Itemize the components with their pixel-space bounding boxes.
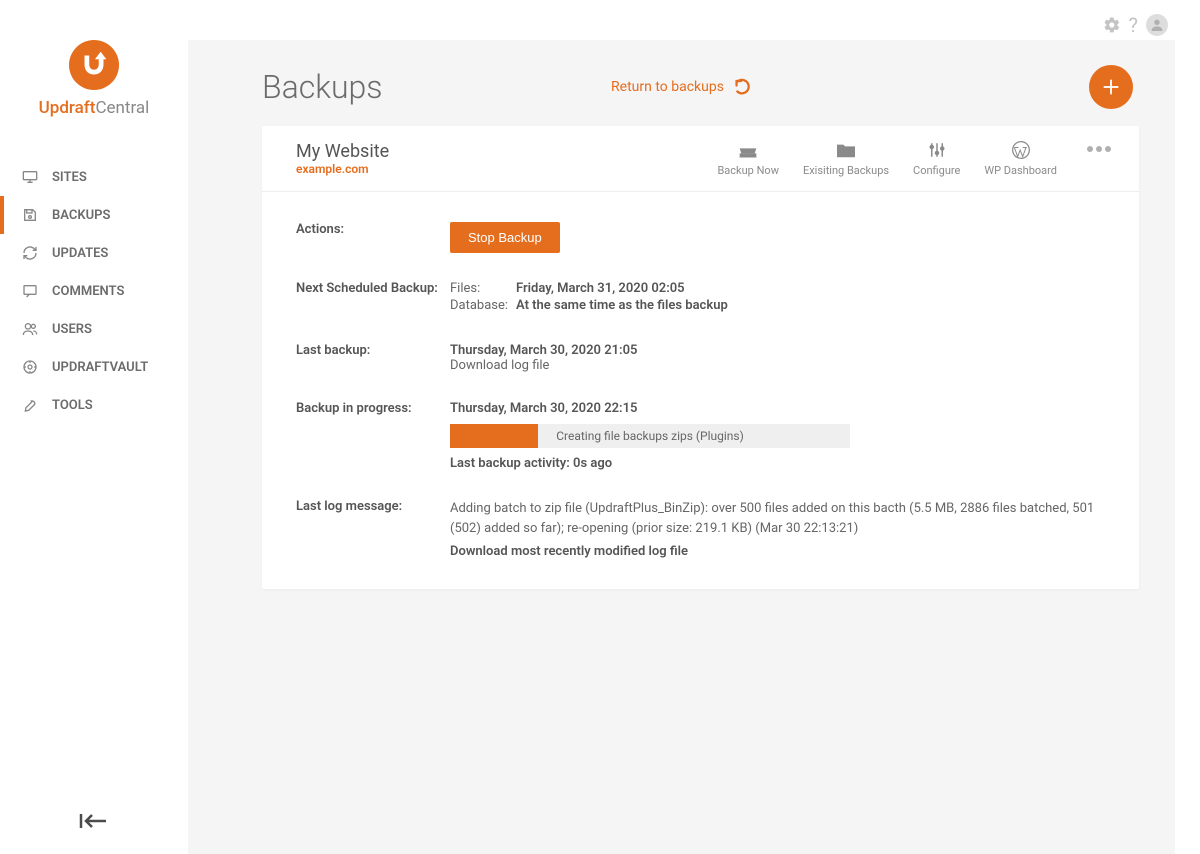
database-value: At the same time as the files backup [516,298,728,313]
user-avatar[interactable] [1146,14,1168,36]
return-label: Return to backups [611,79,724,95]
sidebar-item-comments[interactable]: COMMENTS [0,272,188,310]
users-icon [22,321,40,337]
last-activity: Last backup activity: 0s ago [450,456,1105,471]
sidebar-item-vault[interactable]: UPDRAFTVAULT [0,348,188,386]
last-backup-time: Thursday, March 30, 2020 21:05 [450,343,1105,358]
sidebar-item-backups[interactable]: BACKUPS [0,196,188,234]
site-name: My Website [296,141,717,162]
vault-icon [22,359,40,375]
brand-logo: UpdraftCentral [0,40,188,148]
sidebar-item-updates[interactable]: UPDATES [0,234,188,272]
return-to-backups-link[interactable]: Return to backups [611,78,752,96]
last-log-label: Last log message: [296,499,450,559]
progress-status: Creating file backups zips (Plugins) [450,429,850,443]
add-button[interactable] [1089,65,1133,109]
sidebar-item-label: UPDRAFTVAULT [52,360,148,375]
progress-time: Thursday, March 30, 2020 22:15 [450,401,1105,416]
sidebar-item-label: TOOLS [52,398,93,413]
sidebar-item-label: SITES [52,170,87,185]
progress-bar: Creating file backups zips (Plugins) [450,424,850,448]
site-card: My Website example.com Backup Now Exisit… [262,126,1139,589]
site-domain[interactable]: example.com [296,162,717,176]
download-recent-log-link[interactable]: Download most recently modified log file [450,544,1105,559]
topbar: ? [1103,0,1200,40]
wrench-icon [22,397,40,413]
log-message: Adding batch to zip file (UpdraftPlus_Bi… [450,499,1105,538]
main-content: Backups Return to backups My Website exa… [188,40,1175,854]
brand-name: UpdraftCentral [39,98,150,118]
card-header: My Website example.com Backup Now Exisit… [262,126,1139,192]
sidebar-item-label: UPDATES [52,246,108,261]
sidebar-nav: SITES BACKUPS UPDATES COMMENTS USERS UPD… [0,158,188,424]
sidebar-item-sites[interactable]: SITES [0,158,188,196]
wp-dashboard-action[interactable]: WP Dashboard [984,140,1057,177]
collapse-sidebar-button[interactable] [78,812,108,830]
files-value: Friday, March 31, 2020 02:05 [516,281,685,296]
page-header: Backups Return to backups [188,40,1175,126]
undo-icon [734,78,752,96]
existing-backups-action[interactable]: Exisiting Backups [803,140,889,177]
in-progress-label: Backup in progress: [296,401,450,471]
folder-icon [835,140,857,160]
files-key: Files: [450,281,516,296]
backup-now-action[interactable]: Backup Now [717,140,779,177]
sidebar-item-label: USERS [52,322,92,337]
sliders-icon [928,140,946,160]
comment-icon [22,283,40,299]
refresh-icon [22,245,40,261]
database-key: Database: [450,298,516,313]
sidebar-item-label: BACKUPS [52,208,110,223]
page-title: Backups [262,68,383,106]
configure-action[interactable]: Configure [913,140,960,177]
disk-icon [22,207,40,223]
help-icon[interactable]: ? [1129,13,1138,37]
wordpress-icon [1011,140,1031,160]
download-log-link[interactable]: Download log file [450,358,1105,373]
site-info: My Website example.com [296,141,717,176]
settings-icon[interactable] [1103,16,1121,34]
stop-backup-button[interactable]: Stop Backup [450,222,560,253]
sidebar-item-label: COMMENTS [52,284,124,299]
card-actions: Backup Now Exisiting Backups Configure W… [717,140,1111,177]
card-body: Actions: Stop Backup Next Scheduled Back… [262,192,1139,589]
more-actions-button[interactable] [1087,146,1111,152]
drive-download-icon [738,140,758,160]
logo-icon [69,40,119,90]
next-scheduled-label: Next Scheduled Backup: [296,281,450,315]
actions-label: Actions: [296,222,450,253]
sidebar-item-tools[interactable]: TOOLS [0,386,188,424]
last-backup-label: Last backup: [296,343,450,373]
sidebar-item-users[interactable]: USERS [0,310,188,348]
sidebar: UpdraftCentral SITES BACKUPS UPDATES COM… [0,0,188,854]
monitor-icon [22,169,40,185]
